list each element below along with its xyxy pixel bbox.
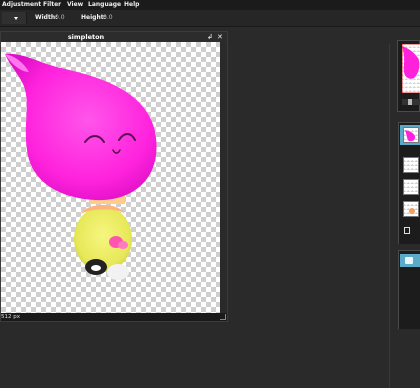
navigator-thumbnail[interactable] — [402, 44, 420, 93]
height-field[interactable]: 0.0 — [103, 10, 113, 26]
document-statusbar: 512 px — [1, 313, 227, 321]
history-item[interactable] — [400, 254, 420, 267]
layer-preview — [405, 130, 416, 142]
menu-help[interactable]: Help — [124, 0, 139, 10]
slider-handle[interactable] — [408, 99, 412, 105]
history-open-icon — [405, 257, 413, 264]
panel-divider — [389, 44, 390, 388]
history-panel — [398, 250, 420, 329]
menu-adjustment[interactable]: Adjustment — [2, 0, 41, 10]
resize-grip-icon[interactable] — [220, 314, 226, 320]
layers-panel — [398, 122, 420, 244]
close-icon[interactable]: ✕ — [217, 32, 223, 42]
document-window: simpleton ↲ ✕ 512 px — [0, 31, 228, 322]
layer-thumbnail[interactable] — [403, 157, 419, 173]
tool-preset-dropdown[interactable] — [2, 12, 27, 24]
menu-view[interactable]: View — [67, 0, 83, 10]
menu-filter[interactable]: Filter — [43, 0, 61, 10]
character-image — [5, 53, 157, 280]
width-field[interactable]: 0.0 — [55, 10, 65, 26]
menu-language[interactable]: Language — [88, 0, 121, 10]
layer-preview — [409, 208, 415, 214]
layer-thumbnail[interactable] — [403, 201, 419, 217]
document-title: simpleton — [67, 33, 105, 41]
navigator-panel — [397, 40, 420, 112]
navigator-preview — [402, 44, 420, 93]
layer-thumbnail[interactable] — [403, 179, 419, 195]
navigator-zoom-slider[interactable] — [402, 99, 420, 105]
maximize-icon[interactable]: ↲ — [207, 32, 213, 42]
canvas-scrollbar[interactable] — [220, 42, 227, 313]
tool-options-bar: Width: 0.0 Height: 0.0 — [0, 10, 420, 27]
zoom-status: 512 px — [1, 314, 20, 320]
menu-bar: Adjustment Filter View Language Help — [0, 0, 420, 10]
canvas[interactable] — [1, 42, 220, 313]
layer-thumbnail[interactable] — [403, 127, 419, 143]
document-titlebar[interactable]: simpleton ↲ ✕ — [1, 32, 227, 42]
chevron-down-icon — [14, 17, 18, 20]
delete-layer-icon[interactable] — [404, 227, 410, 234]
